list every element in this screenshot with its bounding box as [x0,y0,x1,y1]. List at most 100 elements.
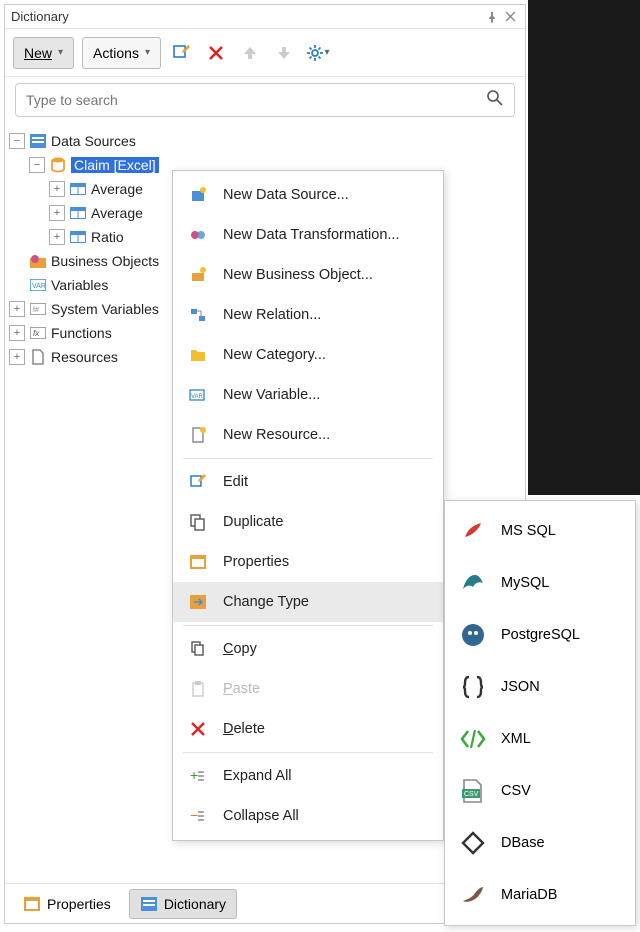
menu-collapse-all[interactable]: − Collapse All [173,796,443,836]
expand-icon[interactable]: + [49,181,65,197]
expand-all-icon: + [187,765,209,787]
tree-label: Ratio [91,229,124,245]
menu-label: New Data Source... [223,187,349,203]
expand-icon[interactable]: + [9,301,25,317]
collapse-all-icon: − [187,805,209,827]
properties-icon [23,895,41,913]
menu-new-resource[interactable]: New Resource... [173,415,443,455]
change-type-submenu: MS SQL MySQL PostgreSQL JSON XML CSV CSV… [444,500,636,926]
tab-dictionary[interactable]: Dictionary [129,889,237,919]
tab-label: Dictionary [164,896,226,912]
database-icon [49,156,67,174]
expand-icon[interactable]: + [9,325,25,341]
submenu-mssql[interactable]: MS SQL [445,505,635,557]
submenu-xml[interactable]: XML [445,713,635,765]
collapse-icon[interactable]: − [29,157,45,173]
edit-icon [187,471,209,493]
menu-duplicate[interactable]: Duplicate [173,502,443,542]
tree-label: Business Objects [51,253,159,269]
edit-icon[interactable] [169,40,195,66]
expand-icon[interactable]: + [9,349,25,365]
tab-label: Properties [47,896,111,912]
menu-delete[interactable]: Delete [173,709,443,749]
tree-label: Average [91,205,143,221]
duplicate-icon [187,511,209,533]
svg-text:+: + [190,768,198,783]
move-down-icon[interactable] [271,40,297,66]
new-business-object-icon [187,264,209,286]
menu-new-data-transformation[interactable]: New Data Transformation... [173,215,443,255]
submenu-mysql[interactable]: MySQL [445,557,635,609]
menu-expand-all[interactable]: + Expand All [173,756,443,796]
submenu-mariadb[interactable]: MariaDB [445,869,635,921]
submenu-label: JSON [501,679,540,695]
submenu-label: PostgreSQL [501,627,580,643]
menu-paste: Paste [173,669,443,709]
menu-new-business-object[interactable]: New Business Object... [173,255,443,295]
menu-label: New Business Object... [223,267,373,283]
tree-label: Functions [51,325,112,341]
menu-properties[interactable]: Properties [173,542,443,582]
delete-icon[interactable] [203,40,229,66]
menu-new-variable[interactable]: VAR New Variable... [173,375,443,415]
menu-edit[interactable]: Edit [173,462,443,502]
function-icon: fx [29,324,47,342]
expand-icon[interactable]: + [49,205,65,221]
menu-label: Delete [223,721,265,737]
table-icon [69,204,87,222]
submenu-postgresql[interactable]: PostgreSQL [445,609,635,661]
move-up-icon[interactable] [237,40,263,66]
table-icon [69,180,87,198]
submenu-label: XML [501,731,531,747]
variable-icon: VAR [29,276,47,294]
properties-icon [187,551,209,573]
pin-icon[interactable] [483,8,501,26]
business-object-icon [29,252,47,270]
close-icon[interactable] [501,8,519,26]
search-box[interactable] [15,83,515,117]
new-variable-icon: VAR [187,384,209,406]
mariadb-icon [457,879,489,911]
menu-new-data-source[interactable]: New Data Source... [173,175,443,215]
chevron-down-icon: ▾ [58,47,63,58]
collapse-icon[interactable]: − [9,133,25,149]
svg-text:−: − [190,808,198,823]
menu-label: Duplicate [223,514,283,530]
paste-icon [187,678,209,700]
mysql-icon [457,567,489,599]
actions-button[interactable]: Actions ▾ [82,37,161,69]
new-relation-icon [187,304,209,326]
menu-new-relation[interactable]: New Relation... [173,295,443,335]
menu-copy[interactable]: Copy [173,629,443,669]
resource-icon [29,348,47,366]
tree-label-selected: Claim [Excel] [71,157,159,173]
submenu-csv[interactable]: CSV CSV [445,765,635,817]
dictionary-icon [140,895,158,913]
search-icon[interactable] [486,89,504,112]
new-button[interactable]: New ▾ [13,37,74,69]
submenu-json[interactable]: JSON [445,661,635,713]
csv-icon: CSV [457,775,489,807]
expand-icon[interactable]: + [49,229,65,245]
change-type-icon [187,591,209,613]
panel-title: Dictionary [11,9,69,24]
tab-properties[interactable]: Properties [13,889,121,919]
submenu-label: CSV [501,783,531,799]
menu-label: New Category... [223,347,326,363]
menu-separator [183,458,433,459]
menu-change-type[interactable]: Change Type [173,582,443,622]
tree-node-data-sources[interactable]: − Data Sources [9,129,521,153]
submenu-label: MySQL [501,575,549,591]
submenu-label: DBase [501,835,545,851]
actions-button-label: Actions [93,45,139,61]
search-input[interactable] [26,92,486,108]
panel-header: Dictionary [5,5,525,29]
submenu-dbase[interactable]: DBase [445,817,635,869]
menu-new-category[interactable]: New Category... [173,335,443,375]
menu-label: New Relation... [223,307,321,323]
delete-icon [187,718,209,740]
svg-text:CSV: CSV [464,791,479,798]
menu-label: New Resource... [223,427,330,443]
settings-icon[interactable]: ▾ [305,40,331,66]
new-transformation-icon [187,224,209,246]
